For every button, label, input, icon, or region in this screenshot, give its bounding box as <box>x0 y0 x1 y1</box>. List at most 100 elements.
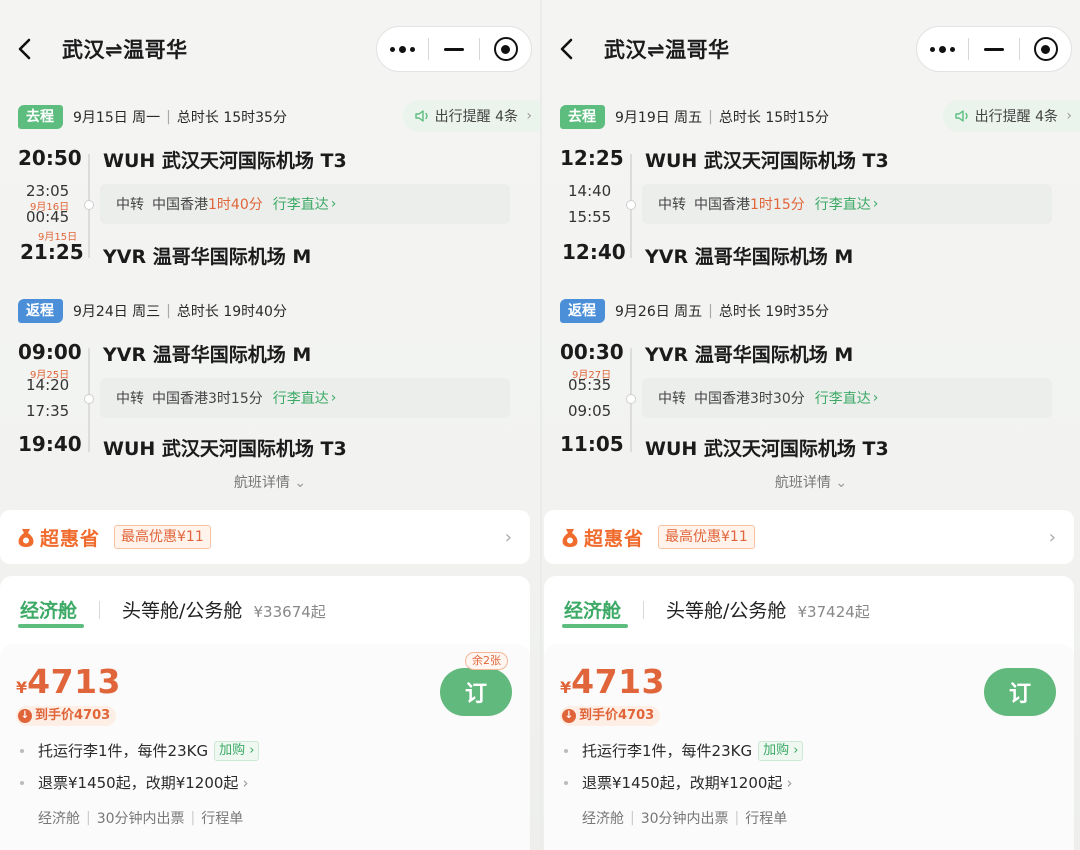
money-bag-icon <box>18 529 34 547</box>
arrival-time: 19:40 <box>18 432 82 456</box>
arrival-airport: WUH 武汉天河国际机场 T3 <box>645 438 889 460</box>
cabin-tabs: 经济舱 头等舱/公务舱 ¥33674起 <box>18 596 326 628</box>
reminder-text: 出行提醒 4条 <box>434 109 518 125</box>
tab-economy[interactable]: 经济舱 <box>562 596 628 628</box>
leg-duration: 总时长 15时35分 <box>176 110 287 126</box>
more-button[interactable] <box>377 26 428 72</box>
tab-economy[interactable]: 经济舱 <box>18 596 84 628</box>
promo-bar[interactable]: 超惠省 最高优惠¥11 › <box>0 510 530 564</box>
stop-departure-time: 00:45 <box>26 208 70 226</box>
baggage-allowance: 托运行李1件，每件23KG 加购 › <box>564 740 804 761</box>
stop-departure-time: 09:05 <box>568 402 612 420</box>
transfer-info[interactable]: 中转 中国香港 3时15分 行李直达 › <box>100 378 510 418</box>
leg-date: 9月19日 周五 <box>615 110 703 126</box>
tab-business[interactable]: 头等舱/公务舱 ¥33674起 <box>122 596 326 623</box>
flight-panel-right: 武汉⇌温哥华 去程 9月19日 周五 | 总时长 15时15分 出行提醒 4条 … <box>542 0 1080 850</box>
nav-header: 武汉⇌温哥华 <box>542 18 1080 82</box>
money-bag-icon <box>562 529 578 547</box>
tab-business-price: ¥33674起 <box>253 603 326 621</box>
chevron-down-icon: ⌄ <box>294 475 307 491</box>
comparison-view: 武汉⇌温哥华 去程 9月15日 周一 | 总时长 15时35分 出行提醒 4条 … <box>0 0 1080 850</box>
departure-time: 09:00 <box>18 340 82 364</box>
flight-detail-toggle[interactable]: 航班详情 ⌄ <box>542 472 1080 492</box>
timeline-dot <box>84 394 94 404</box>
cabin-tabs: 经济舱 头等舱/公务舱 ¥37424起 <box>562 596 870 628</box>
transfer-info[interactable]: 中转 中国香港 3时30分 行李直达 › <box>642 378 1052 418</box>
departure-time: 00:30 <box>560 340 624 364</box>
down-arrow-icon: ↓ <box>562 709 576 723</box>
stop-arrival-time: 14:40 <box>568 182 612 200</box>
arrival-airport: YVR 温哥华国际机场 M <box>645 246 854 268</box>
more-dots-icon <box>389 45 415 53</box>
book-button[interactable]: 订 <box>440 668 512 716</box>
close-miniprogram-button[interactable] <box>1020 26 1071 72</box>
arrival-time: 21:25 <box>20 240 84 264</box>
arrival-airport: WUH 武汉天河国际机场 T3 <box>103 438 347 460</box>
promo-logo: 超惠省 <box>560 524 644 551</box>
timeline-dot <box>84 200 94 210</box>
price-amount: 4713 <box>571 662 665 701</box>
flight-detail-toggle[interactable]: 航班详情 ⌄ <box>0 472 540 492</box>
fare-offer[interactable]: ¥4713 ↓ 到手价4703 订 余2张 托运行李1件，每件23KG 加购 ›… <box>0 644 530 850</box>
promo-bar[interactable]: 超惠省 最高优惠¥11 › <box>544 510 1074 564</box>
tab-active-underline <box>18 624 84 628</box>
baggage-through-link[interactable]: 行李直达 <box>815 388 871 408</box>
tab-economy-label: 经济舱 <box>564 600 622 622</box>
baggage-add-button[interactable]: 加购 › <box>758 740 804 761</box>
travel-reminder[interactable]: 出行提醒 4条 › <box>402 100 540 132</box>
meta-itinerary: 行程单 <box>745 811 788 827</box>
final-price-text: 到手价4703 <box>579 708 655 723</box>
travel-reminder[interactable]: 出行提醒 4条 › <box>942 100 1080 132</box>
baggage-through-link[interactable]: 行李直达 <box>815 194 871 214</box>
book-button[interactable]: 订 <box>984 668 1056 716</box>
departure-airport: WUH 武汉天河国际机场 T3 <box>103 150 347 172</box>
outbound-tag: 去程 <box>18 105 63 129</box>
baggage-add-label: 加购 <box>763 742 790 758</box>
transfer-label: 中转 <box>658 391 686 407</box>
baggage-through-link[interactable]: 行李直达 <box>273 194 329 214</box>
leg-duration: 总时长 19时40分 <box>176 304 287 320</box>
fare-offer[interactable]: ¥4713 ↓ 到手价4703 订 托运行李1件，每件23KG 加购 › 退票¥… <box>544 644 1074 850</box>
fare-price: ¥4713 <box>16 662 121 701</box>
departure-time: 12:25 <box>560 146 624 170</box>
promo-logo: 超惠省 <box>16 524 100 551</box>
back-arrow-icon[interactable] <box>558 38 576 60</box>
final-price-text: 到手价4703 <box>35 708 111 723</box>
transfer-label: 中转 <box>116 391 144 407</box>
minimize-button[interactable] <box>429 26 480 72</box>
flight-detail-label: 航班详情 <box>233 475 290 491</box>
return-tag: 返程 <box>18 299 63 323</box>
return-tag: 返程 <box>560 299 605 323</box>
promo-name: 超惠省 <box>40 527 101 550</box>
leg-date: 9月15日 周一 <box>73 110 161 126</box>
meta-ticketing: 30分钟内出票 <box>96 811 185 827</box>
refund-policy[interactable]: 退票¥1450起，改期¥1200起 › <box>564 772 792 793</box>
transfer-info[interactable]: 中转 中国香港 1时15分 行李直达 › <box>642 184 1052 224</box>
chevron-right-icon: › <box>330 390 337 406</box>
target-icon <box>1033 37 1058 61</box>
flight-detail-label: 航班详情 <box>774 475 831 491</box>
baggage-text: 托运行李1件，每件23KG <box>38 742 209 760</box>
baggage-add-button[interactable]: 加购 › <box>214 740 260 761</box>
baggage-through-link[interactable]: 行李直达 <box>273 388 329 408</box>
seats-left-badge: 余2张 <box>465 652 508 670</box>
more-button[interactable] <box>917 26 968 72</box>
leg-header: 返程 9月26日 周五 | 总时长 19时35分 <box>560 298 829 324</box>
close-miniprogram-button[interactable] <box>480 26 531 72</box>
baggage-text: 托运行李1件，每件23KG <box>582 742 753 760</box>
departure-airport: WUH 武汉天河国际机场 T3 <box>645 150 889 172</box>
currency-symbol: ¥ <box>16 678 28 697</box>
minimize-button[interactable] <box>969 26 1020 72</box>
refund-policy[interactable]: 退票¥1450起，改期¥1200起 › <box>20 772 248 793</box>
tab-economy-label: 经济舱 <box>20 600 78 622</box>
transfer-info[interactable]: 中转 中国香港 1时40分 行李直达 › <box>100 184 510 224</box>
timeline-dot <box>626 200 636 210</box>
timeline-dot <box>626 394 636 404</box>
transfer-duration: 3时30分 <box>750 391 805 407</box>
more-dots-icon <box>929 45 955 53</box>
leg-header: 去程 9月19日 周五 | 总时长 15时15分 <box>560 104 829 130</box>
tab-business-label: 头等舱/公务舱 <box>666 600 787 622</box>
down-arrow-icon: ↓ <box>18 709 32 723</box>
tab-business[interactable]: 头等舱/公务舱 ¥37424起 <box>666 596 870 623</box>
back-arrow-icon[interactable] <box>16 38 34 60</box>
